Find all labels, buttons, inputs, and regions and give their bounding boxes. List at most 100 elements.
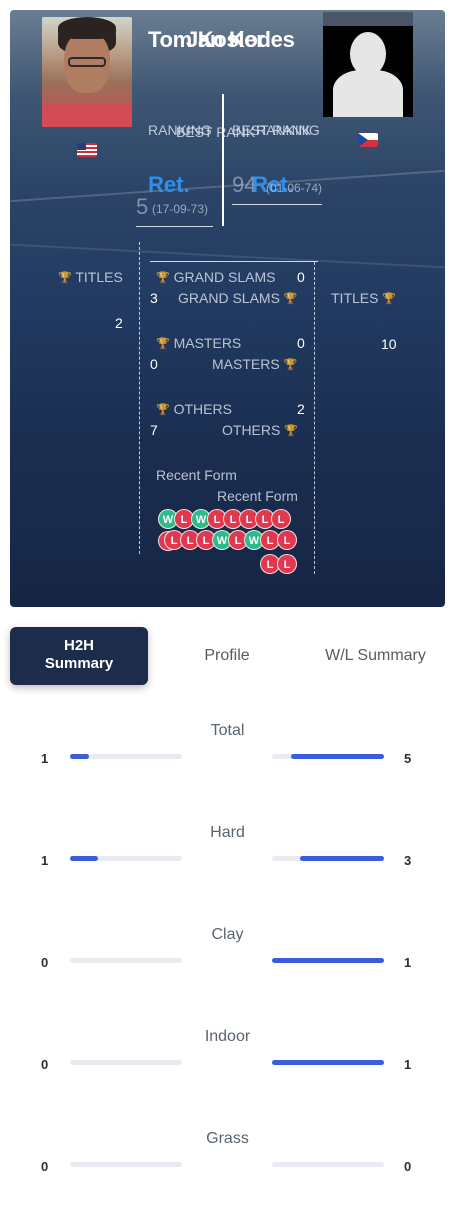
left-masters-value: 0 xyxy=(150,356,158,372)
h2h-right-count: 1 xyxy=(404,955,412,970)
right-form-result-loss: L xyxy=(164,530,184,550)
player-right-name[interactable]: Jan Kodes xyxy=(186,27,295,53)
right-others-value: 2 xyxy=(297,401,305,417)
court-line xyxy=(10,243,445,269)
trophy-icon: 🏆 xyxy=(156,404,170,416)
left-best-rank-label: BEST RANK xyxy=(176,124,256,140)
h2h-right-count: 5 xyxy=(404,751,412,766)
player-left-photo[interactable] xyxy=(42,17,132,127)
trophy-icon: 🏆 xyxy=(382,293,397,305)
h2h-right-bar-fill xyxy=(272,1060,384,1065)
h2h-left-bar-fill xyxy=(70,856,98,861)
left-rank-value: Ret. xyxy=(148,172,190,197)
left-form-result-win: W xyxy=(158,509,178,529)
photo-background xyxy=(323,12,413,26)
right-form-result-loss: L xyxy=(277,554,297,574)
h2h-category-label: Grass xyxy=(206,1130,249,1147)
h2h-right-bar-fill xyxy=(300,856,384,861)
stats-divider-left xyxy=(139,242,140,554)
left-titles-value: 2 xyxy=(115,315,123,331)
player-comparison-header: Tom Kosler Jan Kodes RANKING BEST RANK R… xyxy=(10,10,445,607)
h2h-left-count: 1 xyxy=(41,853,49,868)
rank-divider xyxy=(222,94,224,226)
photo-hair xyxy=(58,17,116,39)
photo-shirt xyxy=(42,103,132,127)
h2h-right-bar xyxy=(272,958,384,963)
right-form-result-loss: L xyxy=(196,530,216,550)
left-form-result-loss: L xyxy=(207,509,227,529)
left-rank-underline xyxy=(136,226,213,227)
right-best-rank-date: (01-06-74) xyxy=(266,181,323,195)
h2h-right-bar xyxy=(272,1060,384,1065)
trophy-icon: 🏆 xyxy=(283,359,298,371)
trophy-icon: 🏆 xyxy=(156,272,170,284)
stats-divider-right xyxy=(314,262,315,574)
tab-h2h-summary[interactable]: H2H Summary xyxy=(10,627,148,685)
right-form-result-loss: L xyxy=(260,554,280,574)
us-flag-icon xyxy=(77,143,97,157)
right-masters-label: MASTERS 🏆 xyxy=(212,356,298,372)
court-line xyxy=(10,169,445,203)
left-best-rank-value: 5 xyxy=(136,194,149,219)
silhouette-body xyxy=(333,70,403,117)
left-grand-slams-label: 🏆 GRAND SLAMS xyxy=(156,269,276,285)
h2h-left-bar xyxy=(70,754,182,759)
h2h-left-count: 0 xyxy=(41,1159,49,1174)
right-grand-slams-value: 0 xyxy=(297,269,305,285)
left-form-result-loss: L xyxy=(174,509,194,529)
trophy-icon: 🏆 xyxy=(58,272,72,284)
h2h-left-bar xyxy=(70,856,182,861)
left-others-value: 7 xyxy=(150,422,158,438)
h2h-right-bar-fill xyxy=(272,958,384,963)
right-form-result-win: W xyxy=(212,530,232,550)
cz-flag-icon xyxy=(358,133,378,147)
right-form-result-loss: L xyxy=(228,530,248,550)
h2h-right-count: 3 xyxy=(404,853,412,868)
photo-glasses xyxy=(68,57,106,67)
right-form-result-loss: L xyxy=(158,531,178,551)
right-recent-form-label: Recent Form xyxy=(217,488,298,504)
tab-wl-summary[interactable]: W/L Summary xyxy=(310,647,441,665)
left-form-result-loss: L xyxy=(271,509,291,529)
right-form-result-loss: L xyxy=(260,530,280,550)
left-grand-slams-value: 3 xyxy=(150,290,158,306)
h2h-left-count: 0 xyxy=(41,955,49,970)
trophy-icon: 🏆 xyxy=(283,293,298,305)
right-rank-label: RANKING xyxy=(256,122,320,138)
right-others-label: OTHERS 🏆 xyxy=(222,422,298,438)
left-form-result-loss: L xyxy=(239,509,259,529)
h2h-category-label: Indoor xyxy=(204,1028,251,1045)
h2h-left-bar-fill xyxy=(70,754,89,759)
h2h-right-bar xyxy=(272,754,384,759)
right-form-result-win: W xyxy=(244,530,264,550)
h2h-category-label: Total xyxy=(210,722,245,739)
left-form-result-win: W xyxy=(191,509,211,529)
right-titles-label: TITLES 🏆 xyxy=(331,290,397,306)
h2h-left-bar xyxy=(70,1060,182,1065)
h2h-left-bar xyxy=(70,1162,182,1167)
right-grand-slams-label: GRAND SLAMS 🏆 xyxy=(178,290,298,306)
h2h-category-label: Clay xyxy=(211,926,244,943)
left-titles-label: 🏆 TITLES xyxy=(58,269,123,285)
left-best-rank-date: (17-09-73) xyxy=(152,202,209,216)
left-form-result-loss: L xyxy=(223,509,243,529)
right-masters-value: 0 xyxy=(297,335,305,351)
player-right-photo[interactable] xyxy=(323,12,413,117)
left-masters-label: 🏆 MASTERS xyxy=(156,335,242,351)
right-rank-underline xyxy=(232,204,322,205)
trophy-icon: 🏆 xyxy=(156,338,170,350)
right-form-result-loss: L xyxy=(277,530,297,550)
stats-top-line xyxy=(150,261,318,262)
tab-profile[interactable]: Profile xyxy=(167,647,287,665)
left-form-result-loss: L xyxy=(255,509,275,529)
h2h-right-bar xyxy=(272,1162,384,1167)
right-form-result-loss: L xyxy=(180,530,200,550)
trophy-icon: 🏆 xyxy=(284,425,298,437)
h2h-right-count: 1 xyxy=(404,1057,412,1072)
right-titles-value: 10 xyxy=(381,336,397,352)
h2h-category-label: Hard xyxy=(210,824,245,841)
h2h-right-bar-fill xyxy=(291,754,384,759)
left-recent-form-label: Recent Form xyxy=(156,467,237,483)
h2h-right-bar xyxy=(272,856,384,861)
h2h-left-count: 0 xyxy=(41,1057,49,1072)
